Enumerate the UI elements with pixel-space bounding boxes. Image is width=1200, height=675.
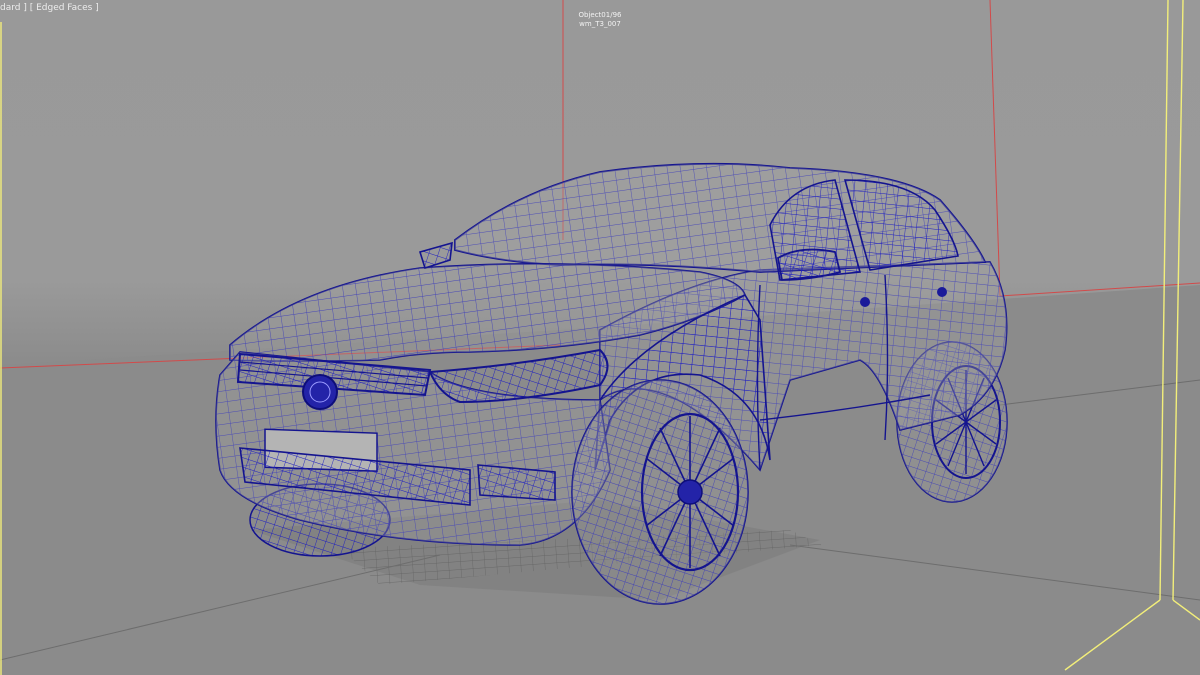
side-mirror-left (418, 241, 453, 270)
fog-light (477, 464, 556, 501)
selection-info-line2: wm_T3_007 (579, 20, 621, 28)
selection-info-line1: Object01/96 (578, 11, 622, 19)
brand-emblem (302, 374, 338, 410)
door-handle-front (860, 297, 870, 307)
selection-info: Object01/96 wm_T3_007 (560, 11, 640, 29)
3d-viewport[interactable]: dard ] [ Edged Faces ] Object01/96 wm_T3… (0, 0, 1200, 675)
viewport-label[interactable]: dard ] [ Edged Faces ] (0, 3, 99, 13)
door-handle-rear (937, 287, 947, 297)
red-axis-vertical-right (989, 0, 1001, 297)
front-wheel-hub (677, 479, 703, 505)
scene-canvas[interactable] (0, 0, 1200, 675)
